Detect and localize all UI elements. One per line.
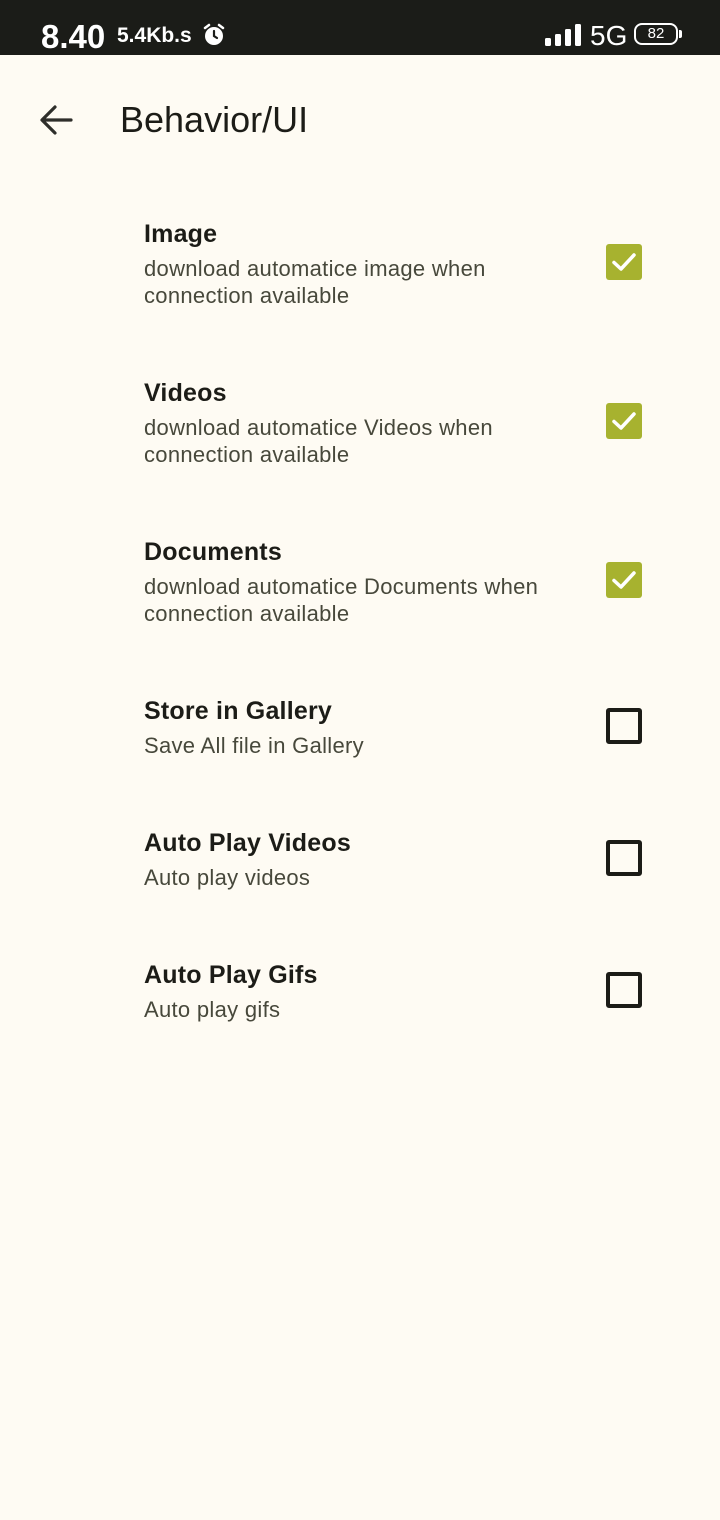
setting-row-auto-play-videos[interactable]: Auto Play Videos Auto play videos [0,802,720,922]
signal-icon [545,24,582,46]
battery-tip [679,30,682,38]
alarm-icon [202,23,226,47]
setting-summary: Auto play gifs [144,997,281,1022]
setting-title: Store in Gallery [144,697,332,725]
setting-row-image[interactable]: Image download automatice image when con… [0,190,720,340]
setting-summary: Save All file in Gallery [144,733,364,758]
battery-icon: 82 [634,23,678,45]
store-in-gallery-checkbox[interactable] [606,708,642,744]
setting-title: Videos [144,379,227,407]
setting-row-auto-play-gifs[interactable]: Auto Play Gifs Auto play gifs [0,934,720,1054]
setting-row-store-in-gallery[interactable]: Store in Gallery Save All file in Galler… [0,670,720,790]
setting-summary: download automatice image when connectio… [144,256,486,308]
check-icon [612,253,636,271]
arrow-back-icon [40,105,73,135]
status-time: 8.40 [41,18,106,55]
setting-summary: download automatice Videos when connecti… [144,415,493,467]
setting-row-videos[interactable]: Videos download automatice Videos when c… [0,349,720,499]
setting-summary: download automatice Documents when conne… [144,574,539,626]
status-net-speed: 5.4Kb.s [117,24,192,47]
auto-play-gifs-checkbox[interactable] [606,972,642,1008]
setting-title: Documents [144,538,282,566]
setting-title: Auto Play Videos [144,829,351,857]
setting-title: Image [144,220,218,248]
setting-row-documents[interactable]: Documents download automatice Documents … [0,508,720,658]
image-checkbox[interactable] [606,244,642,280]
documents-checkbox[interactable] [606,562,642,598]
check-icon [612,412,636,430]
back-button[interactable] [26,90,86,150]
network-type: 5G [590,20,628,51]
status-bar: 8.40 5.4Kb.s 5G 82 [0,0,720,55]
auto-play-videos-checkbox[interactable] [606,840,642,876]
setting-summary: Auto play videos [144,865,311,890]
check-icon [612,571,636,589]
videos-checkbox[interactable] [606,403,642,439]
page-title: Behavior/UI [120,99,309,140]
setting-title: Auto Play Gifs [144,961,318,989]
